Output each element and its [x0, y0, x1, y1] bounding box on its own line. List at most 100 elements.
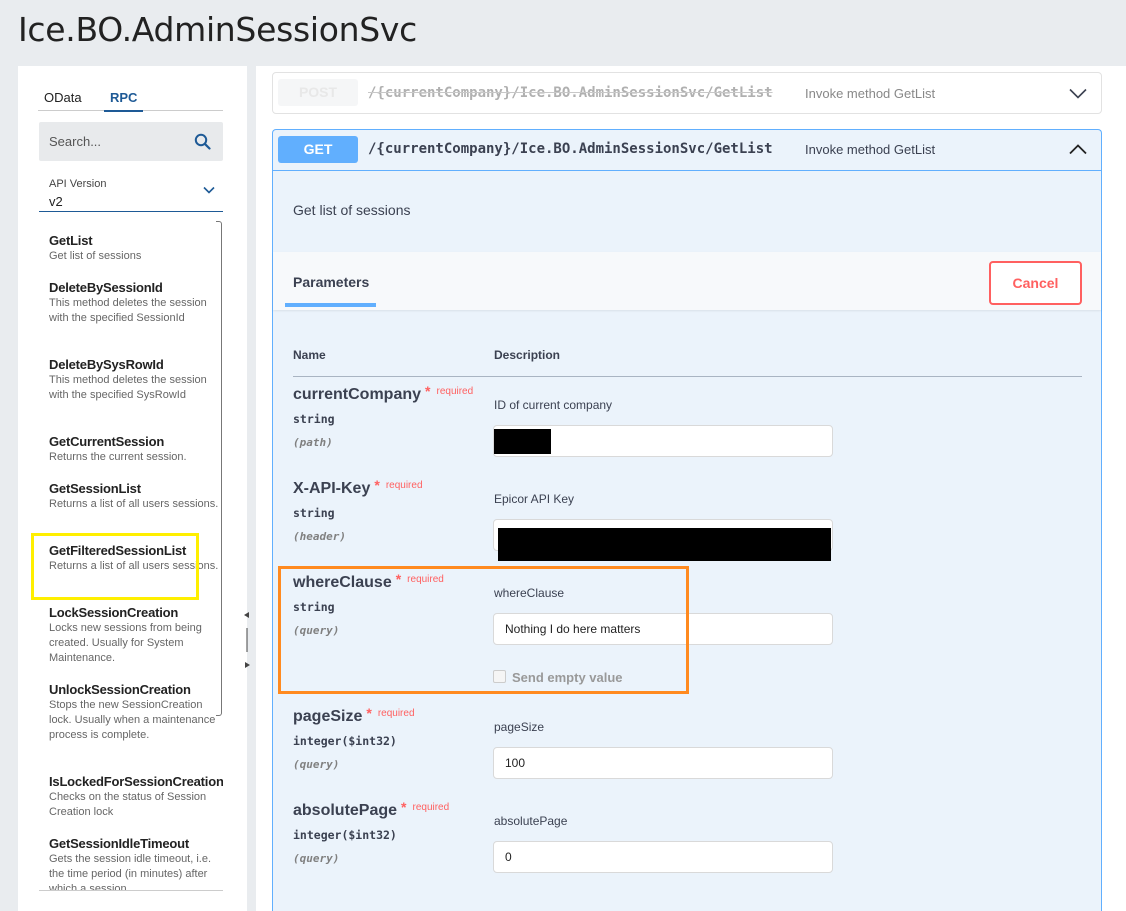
operation-description: Get list of sessions — [293, 202, 411, 218]
param-description: whereClause — [494, 586, 565, 600]
method-name: GetFilteredSessionList — [49, 543, 187, 558]
method-desc: Checks on the status of Session Creation… — [49, 791, 207, 818]
method-item-getlist[interactable]: GetList Get list of sessions — [49, 232, 223, 264]
send-empty-value-checkbox[interactable]: Send empty value — [493, 670, 623, 685]
param-description: absolutePage — [494, 814, 568, 828]
method-name: DeleteBySysRowId — [49, 357, 164, 372]
chevron-down-icon[interactable] — [203, 186, 215, 194]
cancel-button[interactable]: Cancel — [989, 261, 1082, 305]
get-operation-summary: Invoke method GetList — [805, 142, 936, 157]
param-name: pageSize * required — [293, 705, 415, 726]
method-item-getsessionlist[interactable]: GetSessionList Returns a list of all use… — [49, 480, 223, 512]
param-location: (query) — [293, 852, 340, 865]
column-header-description: Description — [494, 348, 561, 362]
param-type: integer($int32) — [293, 828, 397, 842]
method-item-deletebysysrowid[interactable]: DeleteBySysRowId This method deletes the… — [49, 356, 223, 403]
param-name-text: X-API-Key — [293, 480, 371, 497]
method-name: IsLockedForSessionCreation — [49, 774, 223, 789]
method-list-divider — [39, 890, 223, 891]
param-type: integer($int32) — [293, 734, 397, 748]
method-desc: Returns the current session. — [49, 451, 187, 463]
required-star: * — [401, 799, 407, 815]
panel-splitter-handle[interactable] — [244, 612, 250, 668]
param-name: absolutePage * required — [293, 799, 450, 820]
method-desc: Gets the session idle timeout, i.e. the … — [49, 853, 212, 891]
param-name: X-API-Key * required — [293, 477, 423, 498]
param-name-text: whereClause — [293, 574, 392, 591]
main-panel: POST /{currentCompany}/Ice.BO.AdminSessi… — [256, 66, 1126, 911]
whereclause-input[interactable] — [493, 613, 833, 645]
get-method-badge: GET — [278, 136, 358, 163]
param-location: (path) — [293, 436, 333, 449]
param-name: whereClause * required — [293, 571, 444, 592]
required-label: required — [385, 480, 423, 491]
protocol-tabs: OData RPC — [38, 90, 223, 112]
method-desc: Get list of sessions — [49, 250, 142, 262]
chevron-up-icon[interactable] — [1069, 144, 1087, 155]
operation-get-getlist: GET /{currentCompany}/Ice.BO.AdminSessio… — [272, 129, 1102, 911]
param-location: (query) — [293, 758, 340, 771]
api-version-select[interactable]: API Version v2 — [39, 174, 223, 212]
column-header-name: Name — [293, 348, 326, 362]
required-label: required — [436, 386, 474, 397]
chevron-down-icon[interactable] — [1069, 88, 1087, 99]
required-star: * — [374, 477, 380, 493]
search-icon[interactable] — [194, 133, 211, 150]
method-item-deletebysessionid[interactable]: DeleteBySessionId This method deletes th… — [49, 279, 223, 326]
method-item-unlocksessioncreation[interactable]: UnlockSessionCreation Stops the new Sess… — [49, 681, 223, 743]
tab-parameters[interactable]: Parameters — [293, 274, 369, 290]
param-type: string — [293, 412, 335, 426]
param-type: string — [293, 506, 335, 520]
required-star: * — [395, 571, 402, 587]
method-item-getcurrentsession[interactable]: GetCurrentSession Returns the current se… — [49, 433, 223, 465]
method-name: GetList — [49, 233, 93, 248]
param-location: (query) — [293, 624, 340, 637]
post-operation-path: /{currentCompany}/Ice.BO.AdminSessionSvc… — [368, 85, 773, 101]
method-name: GetCurrentSession — [49, 434, 165, 449]
parameters-table-header: Name Description — [293, 346, 1082, 377]
sidebar: OData RPC API Version v2 GetList Get lis… — [18, 66, 247, 911]
param-description: ID of current company — [494, 398, 613, 412]
tab-odata[interactable]: OData — [44, 90, 82, 111]
operation-post-getlist[interactable]: POST /{currentCompany}/Ice.BO.AdminSessi… — [272, 72, 1102, 114]
api-version-label: API Version — [49, 178, 107, 190]
operation-divider — [273, 170, 1101, 171]
param-name: currentCompany * required — [293, 383, 474, 404]
required-label: required — [412, 802, 450, 813]
tab-underline — [285, 303, 376, 307]
method-desc: Stops the new SessionCreation lock. Usua… — [49, 699, 216, 741]
redaction-block — [494, 429, 551, 454]
method-desc: Returns a list of all users sessions. — [49, 560, 219, 572]
method-item-islockedforsessioncreation[interactable]: IsLockedForSessionCreation Checks on the… — [49, 773, 223, 820]
method-name: LockSessionCreation — [49, 605, 179, 620]
param-name-text: pageSize — [293, 708, 363, 725]
method-name: DeleteBySessionId — [49, 280, 163, 295]
pagesize-input[interactable] — [493, 747, 833, 779]
required-label: required — [377, 708, 415, 719]
send-empty-label: Send empty value — [512, 670, 623, 685]
method-list-scrollbar[interactable] — [216, 221, 222, 716]
method-item-getfilteredsessionlist[interactable]: GetFilteredSessionList Returns a list of… — [49, 542, 223, 574]
method-item-locksessioncreation[interactable]: LockSessionCreation Locks new sessions f… — [49, 604, 223, 666]
method-name: UnlockSessionCreation — [49, 682, 191, 697]
param-type: string — [293, 600, 335, 614]
method-list: GetList Get list of sessions DeleteBySes… — [39, 221, 223, 891]
method-item-getsessionidletimeout[interactable]: GetSessionIdleTimeout Gets the session i… — [49, 835, 223, 891]
param-name-text: absolutePage — [293, 802, 398, 819]
api-version-value: v2 — [49, 194, 63, 209]
method-name: GetSessionList — [49, 481, 141, 496]
required-star: * — [425, 383, 431, 399]
method-desc: This method deletes the session with the… — [49, 297, 207, 324]
get-operation-path[interactable]: /{currentCompany}/Ice.BO.AdminSessionSvc… — [368, 141, 773, 157]
checkbox-box[interactable] — [493, 670, 506, 683]
absolutepage-input[interactable] — [493, 841, 833, 873]
method-name: GetSessionIdleTimeout — [49, 836, 190, 851]
search-input[interactable] — [39, 122, 189, 161]
parameters-bar: Parameters Cancel — [273, 252, 1101, 310]
method-desc: Returns a list of all users sessions. — [49, 498, 219, 510]
required-star: * — [366, 705, 372, 721]
method-desc: This method deletes the session with the… — [49, 374, 207, 401]
param-description: Epicor API Key — [494, 492, 575, 506]
tab-rpc[interactable]: RPC — [103, 90, 145, 112]
search-box — [39, 122, 223, 161]
